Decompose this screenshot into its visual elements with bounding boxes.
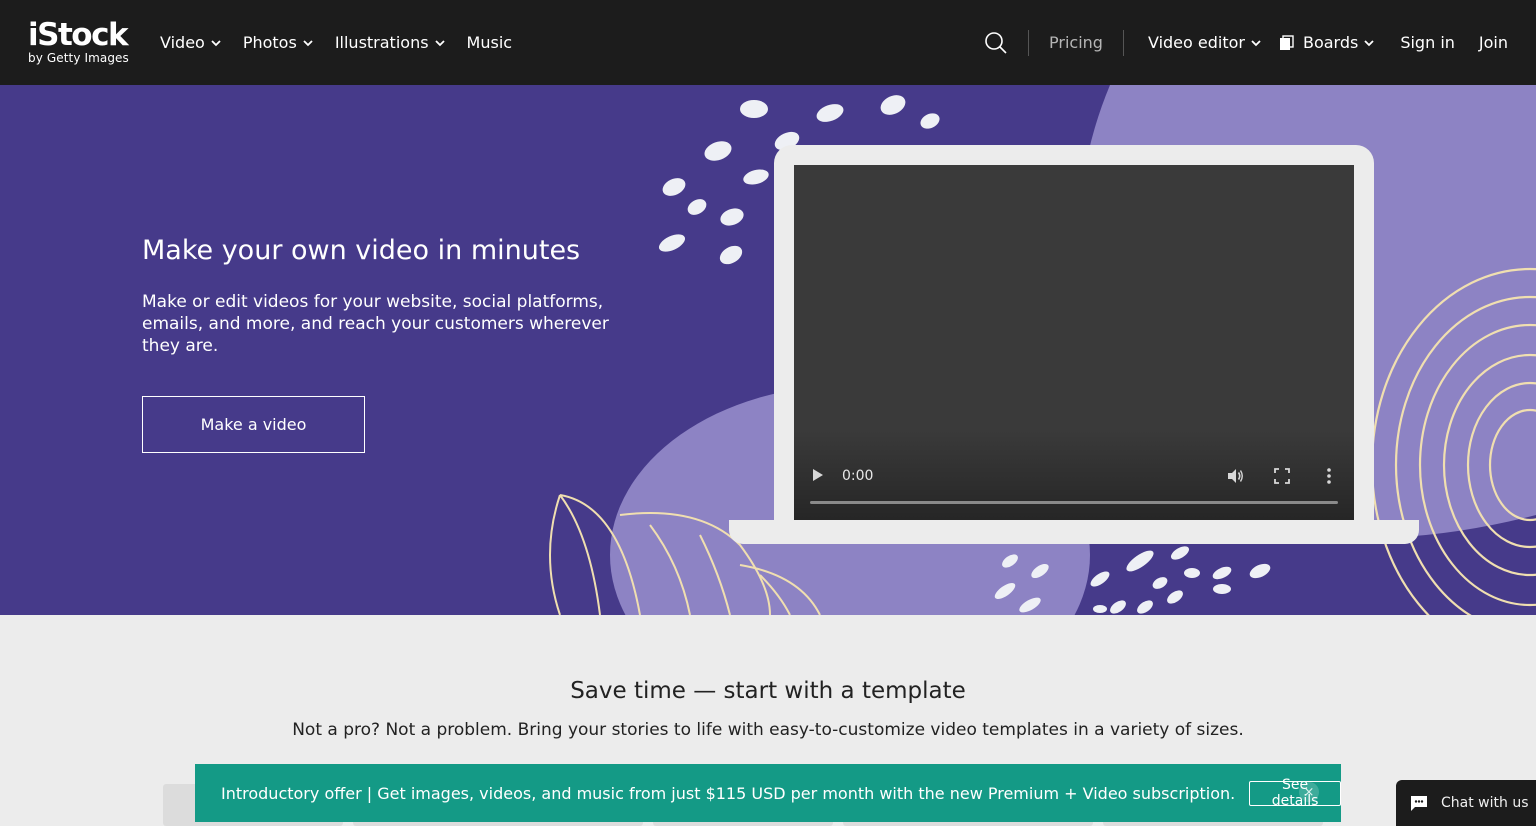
video-player[interactable]: 0:00 — [794, 165, 1354, 520]
logo-subtitle: by Getty Images — [28, 51, 129, 65]
promo-text: Introductory offer | Get images, videos,… — [221, 783, 1236, 803]
templates-subtitle: Not a pro? Not a problem. Bring your sto… — [292, 720, 1244, 740]
join-link[interactable]: Join — [1479, 33, 1508, 52]
nav-video-editor[interactable]: Video editor — [1148, 33, 1263, 52]
nav-video[interactable]: Video — [160, 33, 223, 52]
more-options-icon[interactable] — [1324, 467, 1334, 485]
video-progress-bar[interactable] — [810, 501, 1338, 504]
primary-nav: Video Photos Illustrations Music — [160, 0, 512, 85]
chat-label: Chat with us — [1441, 795, 1529, 811]
pricing-link[interactable]: Pricing — [1049, 33, 1103, 52]
chevron-down-icon — [434, 39, 445, 46]
hero-description: Make or edit videos for your website, so… — [142, 292, 609, 356]
istock-logo[interactable]: iStock by Getty Images — [28, 18, 138, 70]
laptop-base — [729, 520, 1419, 544]
hero-title: Make your own video in minutes — [142, 235, 581, 266]
video-controls-shade — [794, 430, 1354, 520]
nav-boards-label: Boards — [1302, 33, 1359, 52]
volume-icon[interactable] — [1226, 467, 1244, 485]
chat-bubble-icon — [1411, 796, 1427, 811]
fullscreen-icon[interactable] — [1274, 468, 1290, 484]
sign-in-link[interactable]: Sign in — [1400, 33, 1455, 52]
nav-boards[interactable]: Boards — [1279, 33, 1376, 52]
templates-title: Save time — start with a template — [570, 678, 966, 704]
nav-music-label: Music — [466, 33, 513, 52]
secondary-nav: Pricing Video editor Boards Sign in Join — [984, 0, 1508, 85]
promo-banner: Introductory offer | Get images, videos,… — [195, 764, 1341, 822]
nav-illustrations-label: Illustrations — [334, 33, 429, 52]
see-details-button[interactable]: See details — [1249, 777, 1341, 809]
nav-photos[interactable]: Photos — [243, 33, 315, 52]
nav-divider — [1028, 29, 1030, 56]
chevron-down-icon — [1251, 39, 1261, 46]
boards-icon — [1279, 34, 1294, 50]
nav-video-editor-label: Video editor — [1147, 33, 1245, 52]
nav-music[interactable]: Music — [467, 33, 513, 52]
video-time: 0:00 — [842, 468, 874, 484]
chevron-down-icon — [303, 39, 313, 46]
hero-section: Make your own video in minutes Make or e… — [0, 85, 1536, 615]
close-icon[interactable]: × — [1299, 782, 1319, 802]
chevron-down-icon — [211, 39, 221, 46]
nav-divider — [1122, 29, 1124, 56]
search-icon[interactable] — [984, 31, 1008, 55]
chat-widget[interactable]: Chat with us — [1396, 780, 1536, 826]
chevron-down-icon — [1364, 39, 1374, 46]
logo-wordmark: iStock — [28, 17, 129, 53]
nav-video-label: Video — [160, 33, 205, 52]
nav-illustrations[interactable]: Illustrations — [335, 33, 447, 52]
top-navigation-bar: iStock by Getty Images Video Photos Illu… — [0, 0, 1536, 85]
play-icon[interactable] — [812, 468, 824, 482]
nav-photos-label: Photos — [242, 33, 297, 52]
make-a-video-button[interactable]: Make a video — [142, 396, 365, 453]
